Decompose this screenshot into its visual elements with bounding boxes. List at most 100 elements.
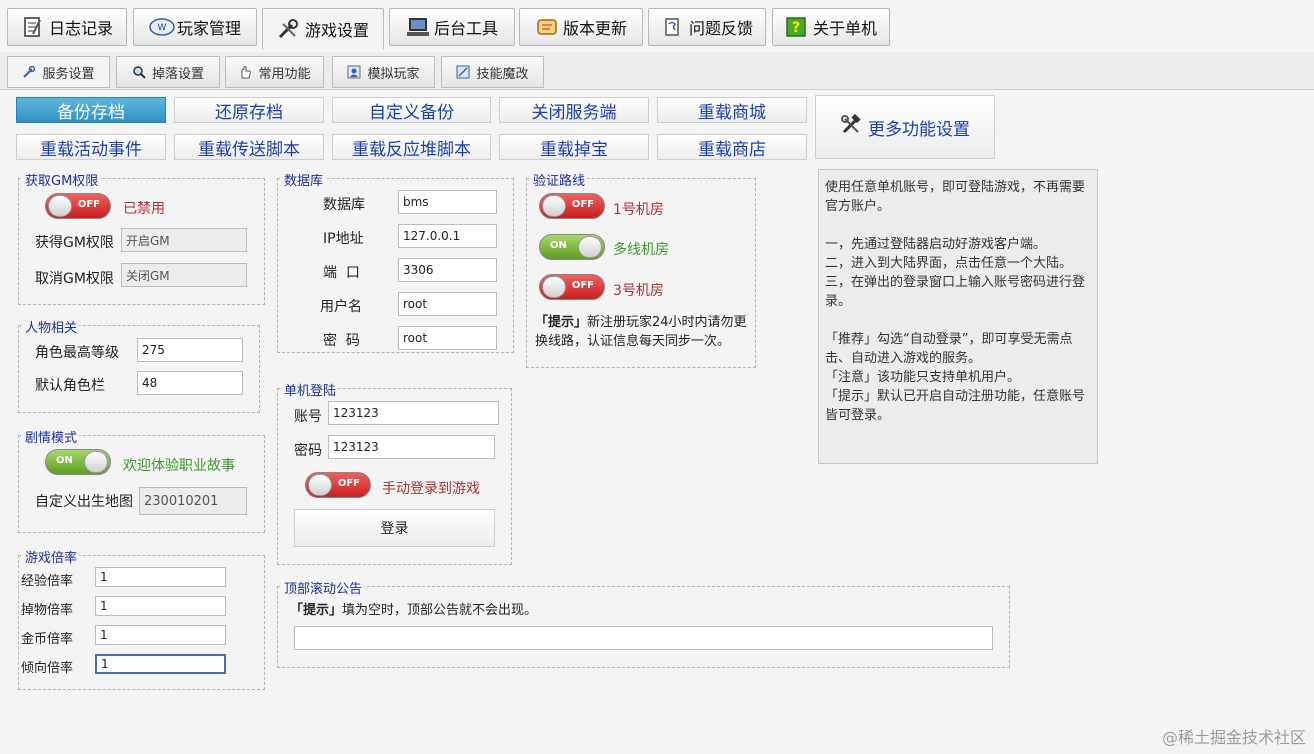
reload-drops-button[interactable]: 重载掉宝 bbox=[499, 134, 649, 160]
reload-portal-script-button[interactable]: 重载传送脚本 bbox=[174, 134, 324, 160]
tab-version-update[interactable]: 版本更新 bbox=[519, 8, 643, 46]
tendency-rate-input[interactable]: 1 bbox=[95, 654, 226, 674]
help-recommend: 「推荐」勾选“自动登录”，即可享受无需点击、自动进入游戏的服务。 bbox=[825, 332, 1073, 366]
help-step-1: 一，先通过登陆器启动好游戏客户端。 bbox=[825, 237, 1047, 252]
user-icon bbox=[347, 65, 361, 79]
exp-rate-input[interactable]: 1 bbox=[95, 567, 226, 587]
hand-icon bbox=[238, 65, 252, 79]
subtab-simulate-player[interactable]: 模拟玩家 bbox=[332, 56, 435, 88]
subtab-common-functions-label: 常用功能 bbox=[258, 66, 311, 82]
rates-group-title: 游戏倍率 bbox=[23, 547, 80, 566]
document-icon bbox=[456, 65, 470, 79]
tab-version-update-label: 版本更新 bbox=[562, 19, 627, 38]
computer-icon bbox=[406, 16, 429, 38]
database-group: 数据库 数据库 bms IP地址 127.0.0.1 端 口 3306 用户名 … bbox=[277, 170, 514, 353]
drop-rate-label: 掉物倍率 bbox=[21, 603, 74, 618]
subtab-skill-mod-label: 技能魔改 bbox=[476, 66, 529, 82]
notice-tip-text: 填为空时，顶部公告就不会出现。 bbox=[342, 603, 538, 618]
more-settings-button[interactable]: 更多功能设置 bbox=[815, 95, 995, 159]
notice-input[interactable] bbox=[294, 626, 993, 650]
password-input[interactable]: 123123 bbox=[328, 435, 495, 459]
birth-map-field[interactable]: 230010201 bbox=[139, 487, 247, 515]
db-port-input[interactable]: 3306 bbox=[398, 258, 497, 282]
default-slots-input[interactable]: 48 bbox=[137, 371, 243, 395]
default-slots-label: 默认角色栏 bbox=[35, 378, 105, 394]
db-name-input[interactable]: bms bbox=[398, 190, 497, 214]
backup-save-button[interactable]: 备份存档 bbox=[16, 97, 166, 123]
gm-get-field[interactable]: 开启GM bbox=[121, 228, 247, 252]
tab-about[interactable]: ? 关于单机 bbox=[772, 8, 890, 46]
gm-group-title: 获取GM权限 bbox=[23, 170, 101, 189]
story-mode-group: 剧情模式 ON 欢迎体验职业故事 自定义出生地图 230010201 bbox=[18, 427, 265, 533]
password-label: 密码 bbox=[294, 443, 322, 459]
route-multi-toggle[interactable]: ON bbox=[539, 234, 605, 260]
route-3-toggle[interactable]: OFF bbox=[539, 274, 605, 300]
magnifier-icon bbox=[132, 65, 146, 79]
tab-log[interactable]: 日志记录 bbox=[7, 8, 127, 46]
notebook-icon bbox=[21, 16, 43, 38]
db-user-label: 用户名 bbox=[320, 299, 362, 315]
tab-game-settings-label: 游戏设置 bbox=[304, 21, 369, 40]
notice-group-title: 顶部滚动公告 bbox=[282, 578, 365, 597]
tab-players[interactable]: W 玩家管理 bbox=[133, 8, 257, 46]
subtab-service-settings[interactable]: 服务设置 bbox=[7, 56, 110, 88]
note-icon bbox=[661, 16, 683, 38]
account-input[interactable]: 123123 bbox=[328, 401, 499, 425]
gm-cancel-label: 取消GM权限 bbox=[35, 271, 114, 287]
account-label: 账号 bbox=[294, 409, 322, 425]
reload-reactor-script-button[interactable]: 重载反应堆脚本 bbox=[332, 134, 491, 160]
birth-map-label: 自定义出生地图 bbox=[35, 494, 133, 510]
reload-mall-button[interactable]: 重载商城 bbox=[657, 97, 807, 123]
character-group: 人物相关 角色最高等级 275 默认角色栏 48 bbox=[18, 317, 260, 413]
drop-rate-input[interactable]: 1 bbox=[95, 596, 226, 616]
subtab-skill-mod[interactable]: 技能魔改 bbox=[441, 56, 544, 88]
exp-rate-label: 经验倍率 bbox=[21, 574, 74, 589]
reload-events-button[interactable]: 重载活动事件 bbox=[16, 134, 166, 160]
custom-backup-button[interactable]: 自定义备份 bbox=[332, 97, 491, 123]
gm-cancel-field[interactable]: 关闭GM bbox=[121, 263, 247, 287]
db-ip-label: IP地址 bbox=[323, 231, 364, 247]
gold-rate-input[interactable]: 1 bbox=[95, 625, 226, 645]
route-multi-label: 多线机房 bbox=[613, 242, 669, 258]
db-password-label: 密 码 bbox=[323, 333, 360, 349]
route-tip: 「提示」新注册玩家24小时内请勿更换线路，认证信息每天同步一次。 bbox=[535, 313, 753, 351]
tab-backend-tools-label: 后台工具 bbox=[433, 19, 498, 38]
story-group-title: 剧情模式 bbox=[23, 427, 80, 446]
subtab-common-functions[interactable]: 常用功能 bbox=[225, 56, 324, 88]
reload-shop-button[interactable]: 重载商店 bbox=[657, 134, 807, 160]
close-server-button[interactable]: 关闭服务端 bbox=[499, 97, 649, 123]
db-password-input[interactable]: root bbox=[398, 326, 497, 350]
route-1-toggle[interactable]: OFF bbox=[539, 193, 605, 219]
watermark: @稀土掘金技术社区 bbox=[1161, 728, 1306, 747]
manual-login-toggle[interactable]: OFF bbox=[305, 472, 371, 498]
subtab-service-settings-label: 服务设置 bbox=[42, 66, 95, 82]
subtab-drop-settings[interactable]: 掉落设置 bbox=[116, 56, 220, 88]
hammer-wrench-icon bbox=[840, 113, 862, 141]
story-toggle[interactable]: ON bbox=[45, 449, 111, 475]
tab-feedback[interactable]: 问题反馈 bbox=[648, 8, 766, 46]
svg-text:?: ? bbox=[792, 20, 800, 36]
db-ip-input[interactable]: 127.0.0.1 bbox=[398, 224, 497, 248]
manual-login-label: 手动登录到游戏 bbox=[382, 481, 480, 497]
gold-rate-label: 金币倍率 bbox=[21, 632, 74, 647]
story-status: 欢迎体验职业故事 bbox=[123, 458, 235, 474]
notice-tip: 「提示」填为空时，顶部公告就不会出现。 bbox=[290, 599, 537, 618]
gm-toggle[interactable]: OFF bbox=[45, 193, 111, 219]
gm-get-label: 获得GM权限 bbox=[35, 235, 114, 251]
tab-log-label: 日志记录 bbox=[48, 19, 113, 38]
tab-backend-tools[interactable]: 后台工具 bbox=[389, 8, 515, 46]
route-1-label: 1号机房 bbox=[613, 202, 664, 218]
subtab-simulate-player-label: 模拟玩家 bbox=[367, 66, 420, 82]
restore-save-button[interactable]: 还原存档 bbox=[174, 97, 324, 123]
tab-game-settings[interactable]: 游戏设置 bbox=[262, 8, 384, 50]
tools-icon bbox=[22, 65, 36, 79]
scroll-icon bbox=[535, 16, 557, 38]
login-button[interactable]: 登录 bbox=[294, 509, 495, 547]
help-step-2: 二，进入到大陆界面，点击任意一个大陆。 bbox=[825, 256, 1073, 271]
max-level-label: 角色最高等级 bbox=[35, 345, 119, 361]
db-user-input[interactable]: root bbox=[398, 292, 497, 316]
max-level-input[interactable]: 275 bbox=[137, 338, 243, 362]
tools-icon bbox=[277, 18, 299, 40]
db-name-label: 数据库 bbox=[323, 197, 365, 213]
login-group-title: 单机登陆 bbox=[282, 380, 339, 399]
